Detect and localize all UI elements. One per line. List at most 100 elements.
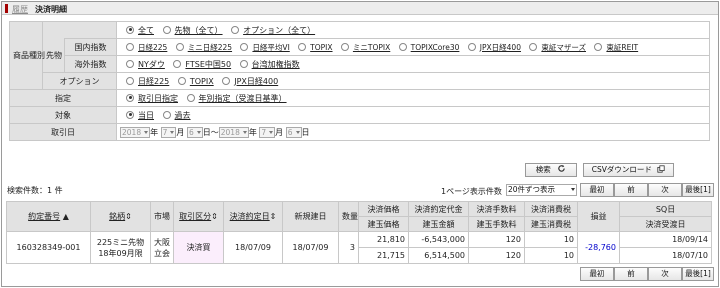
overseas-item-label[interactable]: 台湾加権指数	[252, 60, 300, 69]
chevron-down-icon	[170, 130, 175, 134]
csv-download-button[interactable]: CSVダウンロード	[583, 163, 674, 177]
cell-open-price: 21,715	[358, 247, 409, 264]
to-month-select[interactable]: 7	[259, 126, 276, 138]
radio-futures-all[interactable]	[162, 25, 171, 34]
radio-mini-topix[interactable]	[340, 42, 349, 51]
radio-options-all[interactable]	[231, 25, 240, 34]
cell-pnl: -28,760	[577, 231, 620, 264]
designation-option-label[interactable]: 取引日指定	[138, 94, 178, 103]
cell-open-date: 18/07/09	[282, 231, 339, 264]
pager-label: 最後[1]	[685, 269, 711, 278]
chevron-down-icon	[269, 130, 274, 134]
col-trade-type[interactable]: 取引区分⇕	[173, 201, 224, 232]
results-table: 約定番号 ▲ 銘柄⇕ 市場 取引区分⇕ 決済約定日⇕ 新規建日 数量 決済価格 …	[6, 201, 712, 264]
pager-next-top[interactable]: 次	[648, 183, 682, 197]
breadcrumb-history[interactable]: 履歴	[12, 4, 28, 15]
col-qty: 数量	[338, 201, 359, 232]
chevron-down-icon	[242, 130, 247, 134]
domestic-item-label[interactable]: ミニTOPIX	[353, 43, 390, 52]
search-button[interactable]: 検索	[525, 163, 577, 177]
to-day-select[interactable]: 6	[285, 126, 302, 138]
col-settle-amount: 決済約定代金	[408, 201, 469, 217]
panel-header: 履歴 決済明細	[2, 2, 718, 15]
target-option-label[interactable]: 過去	[175, 111, 191, 120]
col-contract-no[interactable]: 約定番号 ▲	[6, 201, 91, 232]
unit-day: 日	[301, 127, 310, 137]
from-year-select[interactable]: 2018	[120, 126, 151, 138]
pager-prev-bottom[interactable]: 前	[614, 267, 648, 281]
domestic-item-label[interactable]: 東証マザーズ	[541, 43, 586, 52]
radio-mothers[interactable]	[529, 42, 538, 51]
market-name: 大阪	[154, 237, 170, 247]
radio-opt-nikkei225[interactable]	[126, 76, 134, 85]
radio-topix[interactable]	[298, 42, 307, 51]
option-options-all-label[interactable]: オプション（全て）	[243, 26, 315, 35]
target-option-label[interactable]: 当日	[138, 111, 154, 120]
target-options: 当日 過去	[116, 106, 710, 124]
chevron-down-icon	[295, 130, 300, 134]
radio-today[interactable]	[126, 110, 134, 119]
radio-topix-core30[interactable]	[398, 42, 407, 51]
from-day-select[interactable]: 6	[186, 126, 203, 138]
header-label: 決済約定日	[229, 212, 270, 221]
product-type-label: 商品種別	[9, 21, 45, 90]
radio-nikkei-vi[interactable]	[240, 42, 249, 51]
to-year-select[interactable]: 2018	[218, 126, 249, 138]
per-page-select[interactable]: 20件ずつ表示	[506, 184, 577, 196]
domestic-item-label[interactable]: JPX日経400	[480, 43, 521, 52]
option-item-label[interactable]: 日経225	[138, 77, 169, 86]
pager-label: 次	[661, 185, 669, 194]
domestic-item-label[interactable]: ミニ日経225	[188, 43, 232, 52]
copy-icon	[657, 165, 665, 173]
cell-settle-delivery: 18/07/10	[619, 247, 712, 264]
radio-opt-jpx400[interactable]	[222, 76, 231, 85]
radio-all[interactable]	[126, 25, 134, 34]
pager-last-top[interactable]: 最後[1]	[682, 183, 714, 197]
overseas-item-label[interactable]: NYダウ	[138, 60, 165, 69]
domestic-item-label[interactable]: 日経225	[138, 43, 167, 52]
radio-ftse-china50[interactable]	[173, 59, 182, 68]
from-month-select[interactable]: 7	[160, 126, 177, 138]
domestic-item-label[interactable]: TOPIX	[310, 43, 332, 52]
radio-taiwan[interactable]	[239, 59, 248, 68]
option-item-label[interactable]: JPX日経400	[234, 77, 278, 86]
pager-next-bottom[interactable]: 次	[648, 267, 682, 281]
radio-date-designation[interactable]	[126, 93, 134, 102]
overseas-item-label[interactable]: FTSE中国50	[185, 60, 231, 69]
target-label: 対象	[9, 106, 117, 124]
pager-first-bottom[interactable]: 最初	[580, 267, 614, 281]
option-futures-all-label[interactable]: 先物（全て）	[175, 26, 223, 35]
radio-nydow[interactable]	[126, 59, 134, 68]
designation-label: 指定	[9, 89, 117, 107]
domestic-item-label[interactable]: TOPIXCore30	[411, 43, 460, 52]
domestic-item-label[interactable]: 東証REIT	[606, 43, 638, 52]
radio-opt-topix[interactable]	[177, 76, 186, 85]
designation-options: 取引日指定 年別指定（受渡日基準）	[116, 89, 710, 107]
to-year-value: 2018	[220, 127, 240, 137]
chevron-down-icon	[144, 130, 149, 134]
from-month-value: 7	[162, 127, 168, 137]
pager-first-top[interactable]: 最初	[580, 183, 614, 197]
col-settle-date[interactable]: 決済約定日⇕	[223, 201, 283, 232]
domestic-item-label[interactable]: 日経平均VI	[252, 43, 289, 52]
option-all-label[interactable]: 全て	[138, 26, 154, 35]
radio-reit[interactable]	[594, 42, 603, 51]
cell-trade-type: 決済買	[173, 231, 224, 264]
radio-nikkei225[interactable]	[126, 42, 134, 51]
pager-last-bottom[interactable]: 最後[1]	[682, 267, 714, 281]
radio-year-designation[interactable]	[186, 93, 195, 102]
radio-jpx400[interactable]	[467, 42, 476, 51]
cell-open-tax: 10	[524, 247, 578, 264]
chevron-down-icon	[571, 188, 575, 191]
radio-mini-nikkei225[interactable]	[175, 42, 184, 51]
option-item-label[interactable]: TOPIX	[190, 77, 214, 86]
overseas-index-options: NYダウ FTSE中国50 台湾加権指数	[116, 55, 710, 73]
pager-prev-top[interactable]: 前	[614, 183, 648, 197]
sort-icon: ⇕	[125, 212, 132, 221]
col-issue[interactable]: 銘柄⇕	[90, 201, 151, 232]
radio-past[interactable]	[162, 110, 171, 119]
csv-button-label: CSVダウンロード	[591, 165, 652, 174]
designation-option-label[interactable]: 年別指定（受渡日基準）	[199, 94, 287, 103]
header-label: 銘柄	[109, 212, 126, 221]
result-count: 検索件数：1 件	[7, 186, 63, 195]
